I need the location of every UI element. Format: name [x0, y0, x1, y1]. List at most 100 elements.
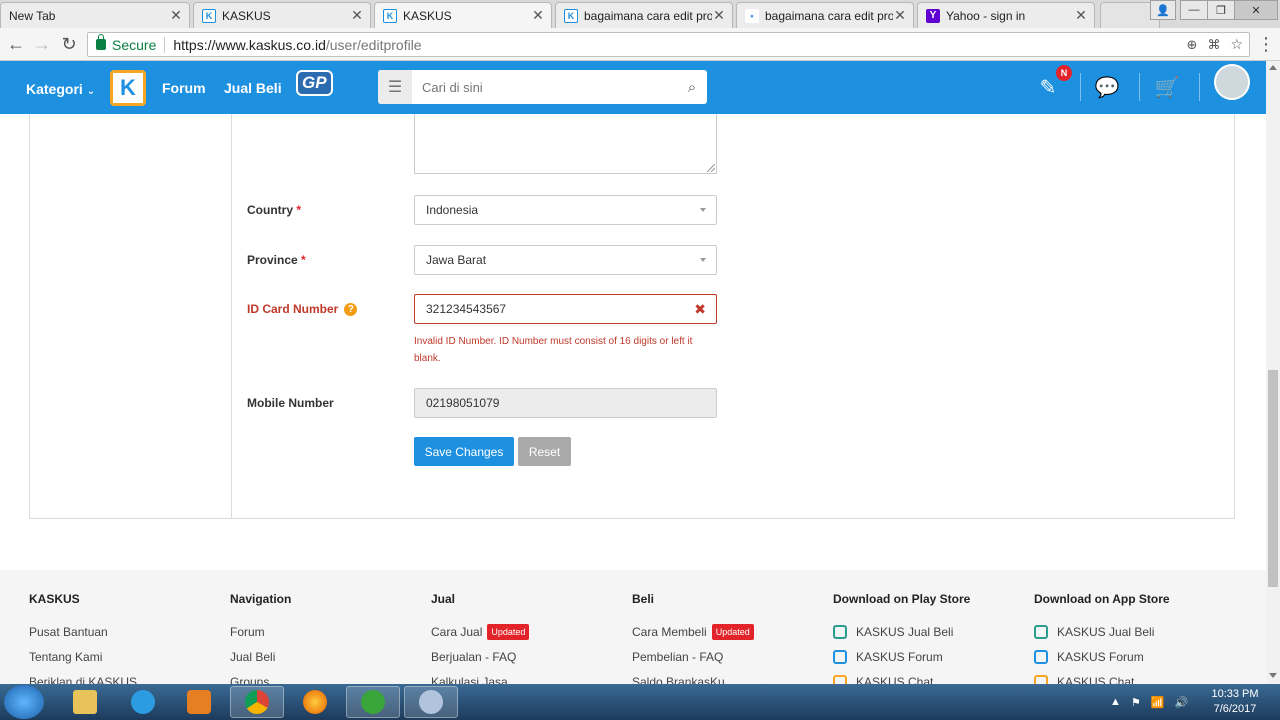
- page-scrollbar[interactable]: [1266, 61, 1280, 684]
- footer-app-link[interactable]: KASKUS Jual Beli: [833, 619, 970, 644]
- close-icon[interactable]: ✕: [531, 7, 545, 24]
- cart-icon[interactable]: 🛒: [1151, 71, 1183, 103]
- kategori-menu[interactable]: Kategori ⌄: [26, 81, 95, 97]
- forward-icon[interactable]: →: [31, 33, 53, 55]
- taskbar-chrome[interactable]: [230, 686, 284, 718]
- footer-link[interactable]: Forum: [230, 619, 291, 644]
- chat-icon[interactable]: 💬: [1091, 71, 1123, 103]
- footer-link[interactable]: Tentang Kami: [29, 644, 137, 669]
- restore-icon[interactable]: ❐: [1207, 0, 1235, 20]
- about-textarea[interactable]: [414, 114, 717, 174]
- reset-button[interactable]: Reset: [518, 437, 571, 466]
- browser-tab-kaskus-active[interactable]: K KASKUS ✕: [374, 2, 552, 28]
- divider: [1139, 73, 1140, 101]
- taskbar-ie[interactable]: [116, 686, 170, 718]
- footer-app-link[interactable]: KASKUS Chat: [833, 669, 970, 684]
- kaskus-favicon-icon: K: [564, 8, 578, 23]
- window-close-icon[interactable]: ✕: [1234, 0, 1278, 20]
- footer-link-text: KASKUS Forum: [856, 649, 943, 664]
- clock-date: 7/6/2017: [1213, 703, 1257, 715]
- back-icon[interactable]: ←: [5, 33, 27, 55]
- system-tray: ▲ ⚑ 📶 🔊: [1110, 684, 1188, 720]
- scroll-down-icon[interactable]: [1269, 673, 1277, 678]
- search-input[interactable]: [412, 79, 677, 95]
- translate-icon[interactable]: ⌘: [1207, 37, 1220, 53]
- user-profile-icon[interactable]: 👤: [1150, 0, 1176, 20]
- footer-link[interactable]: Berjualan - FAQ: [431, 644, 529, 669]
- footer-link-text: KASKUS Jual Beli: [856, 624, 954, 639]
- taskbar-media[interactable]: [172, 686, 226, 718]
- id-card-input[interactable]: 321234543567 ✖: [414, 294, 717, 324]
- taskbar-firefox[interactable]: [288, 686, 342, 718]
- help-icon[interactable]: ?: [344, 303, 358, 317]
- footer-app-link[interactable]: KASKUS Jual Beli: [1034, 619, 1170, 644]
- resize-grip-icon[interactable]: [707, 164, 715, 172]
- divider: [1080, 73, 1081, 101]
- paint-icon: [419, 690, 443, 714]
- gp-mania-logo[interactable]: GP: [296, 70, 358, 106]
- footer-link[interactable]: Pusat Bantuan: [29, 619, 137, 644]
- scrollbar-thumb[interactable]: [1268, 370, 1278, 587]
- footer-link[interactable]: Saldo BrankasKu: [632, 669, 754, 685]
- country-value: Indonesia: [426, 203, 479, 217]
- taskbar-paint[interactable]: [404, 686, 458, 718]
- network-icon[interactable]: 📶: [1151, 696, 1165, 709]
- footer-link-text: KASKUS Jual Beli: [1057, 624, 1155, 639]
- avatar[interactable]: [1214, 64, 1250, 100]
- menu-icon[interactable]: ⋮: [1255, 33, 1277, 55]
- scroll-up-icon[interactable]: [1269, 65, 1277, 70]
- close-icon[interactable]: ✕: [712, 7, 726, 24]
- taskbar-app-green[interactable]: [346, 686, 400, 718]
- footer-app-link[interactable]: KASKUS Forum: [833, 644, 970, 669]
- start-button[interactable]: [4, 685, 44, 719]
- save-changes-button[interactable]: Save Changes: [414, 437, 514, 466]
- address-bar[interactable]: Secure https://www.kaskus.co.id/user/edi…: [87, 32, 1250, 57]
- province-label-text: Province: [247, 253, 298, 267]
- footer-app-link[interactable]: KASKUS Chat: [1034, 669, 1170, 684]
- kaskus-logo[interactable]: K: [110, 70, 146, 106]
- media-player-icon: [187, 690, 211, 714]
- browser-tab-edit-profile-2[interactable]: • bagaimana cara edit profile ✕: [736, 2, 914, 28]
- zoom-icon[interactable]: ⊕: [1187, 37, 1198, 53]
- forum-app-icon: [1034, 649, 1048, 664]
- footer-link[interactable]: Cara Jual Updated: [431, 619, 530, 644]
- minimize-icon[interactable]: —: [1180, 0, 1208, 20]
- browser-tab-yahoo[interactable]: Y Yahoo - sign in ✕: [917, 2, 1095, 28]
- country-select[interactable]: Indonesia: [414, 195, 717, 225]
- taskbar-clock[interactable]: 10:33 PM 7/6/2017: [1200, 687, 1270, 717]
- footer-col-app-store: Download on App Store KASKUS Jual Beli K…: [1034, 592, 1170, 684]
- jual-beli-link[interactable]: Jual Beli: [224, 80, 282, 96]
- footer-link[interactable]: Groups: [230, 669, 291, 685]
- footer-link[interactable]: Pembelian - FAQ: [632, 644, 754, 669]
- footer-link[interactable]: Beriklan di KASKUS: [29, 669, 137, 685]
- footer-link[interactable]: Cara Membeli Updated: [632, 619, 754, 644]
- forum-app-icon: [833, 649, 847, 664]
- reload-icon[interactable]: ↻: [58, 33, 80, 55]
- browser-tab-new-tab[interactable]: New Tab ✕: [0, 2, 190, 28]
- id-card-label: ID Card Number?: [247, 302, 358, 317]
- footer-link[interactable]: Kalkulasi Jasa: [431, 669, 529, 685]
- browser-tab-edit-profile-1[interactable]: K bagaimana cara edit profile ✕: [555, 2, 733, 28]
- country-label-text: Country: [247, 203, 293, 217]
- close-icon[interactable]: ✕: [893, 7, 907, 24]
- province-select[interactable]: Jawa Barat: [414, 245, 717, 275]
- close-icon[interactable]: ✕: [350, 7, 364, 24]
- taskbar-explorer[interactable]: [58, 686, 112, 718]
- search-icon[interactable]: ⌕: [677, 79, 707, 96]
- hamburger-icon[interactable]: ☰: [378, 70, 412, 104]
- bookmark-star-icon[interactable]: ☆: [1230, 36, 1243, 53]
- mobile-input: 02198051079: [414, 388, 717, 418]
- browser-tab-kaskus-1[interactable]: K KASKUS ✕: [193, 2, 371, 28]
- footer-link[interactable]: Jual Beli: [230, 644, 291, 669]
- close-icon[interactable]: ✕: [169, 7, 183, 24]
- footer-app-link[interactable]: KASKUS Forum: [1034, 644, 1170, 669]
- chat-app-icon: [1034, 674, 1048, 684]
- action-center-icon[interactable]: ⚑: [1131, 696, 1141, 709]
- forum-link[interactable]: Forum: [162, 80, 206, 96]
- volume-icon[interactable]: 🔊: [1174, 696, 1188, 709]
- footer-col-title: Download on App Store: [1034, 592, 1170, 606]
- search-bar: ☰ ⌕: [378, 70, 707, 104]
- close-icon[interactable]: ✕: [1074, 7, 1088, 24]
- divider: [164, 36, 166, 53]
- tray-expand-icon[interactable]: ▲: [1110, 696, 1121, 708]
